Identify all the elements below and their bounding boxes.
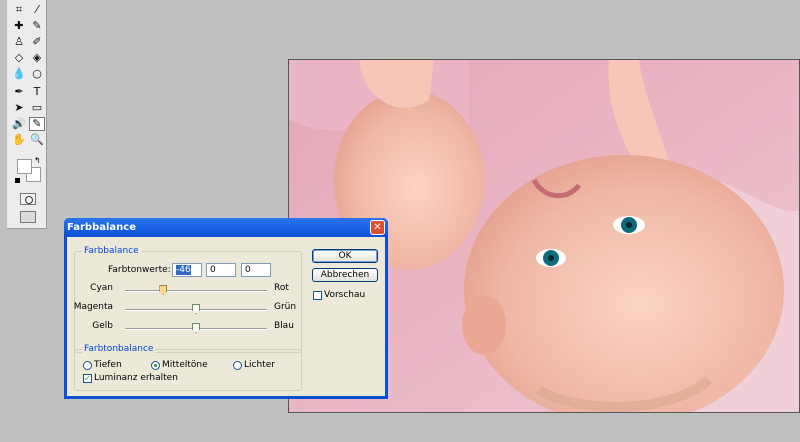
slider-label-red: Rot [274, 283, 289, 293]
paint-bucket-icon[interactable]: ◈ [29, 51, 45, 65]
pen-icon[interactable]: ✒ [11, 85, 27, 99]
slider-thumb-yellow-blue[interactable] [192, 323, 200, 333]
radio-label-shadows[interactable]: Tiefen [94, 360, 122, 371]
eraser-icon[interactable]: ◇ [11, 51, 27, 65]
slider-thumb-cyan-red[interactable] [159, 285, 168, 295]
group-legend-tone-balance: Farbtonbalance [82, 344, 156, 355]
value-field-magenta-green[interactable]: 0 [206, 263, 236, 277]
radio-label-midtones[interactable]: Mitteltöne [162, 360, 208, 371]
color-balance-dialog: Farbbalance ✕ Farbbalance Farbtonwerte: … [64, 218, 388, 399]
hand-icon[interactable]: ✋ [11, 133, 27, 147]
stamp-icon[interactable]: ♙ [11, 35, 27, 49]
radio-highlights[interactable] [233, 361, 242, 370]
slice-icon[interactable]: ⁄ [29, 3, 45, 17]
value-field-yellow-blue[interactable]: 0 [241, 263, 271, 277]
preserve-luminosity-checkbox[interactable]: ✓ [83, 374, 92, 383]
tone-balance-group: Farbtonbalance Tiefen Mitteltöne Lichter… [74, 344, 302, 391]
notes-icon[interactable]: 🔊 [11, 117, 27, 131]
history-brush-icon[interactable]: ✐ [29, 35, 45, 49]
crop-icon[interactable]: ⌗ [11, 3, 27, 17]
slider-label-magenta: Magenta [73, 302, 113, 312]
tonal-values-label: Farbtonwerte: [108, 265, 171, 275]
preview-checkbox[interactable] [313, 291, 322, 300]
eyedropper-icon[interactable]: ✎ [29, 117, 45, 131]
preserve-luminosity-label[interactable]: Luminanz erhalten [94, 373, 178, 384]
zoom-icon[interactable]: 🔍 [29, 133, 45, 147]
slider-label-blue: Blau [274, 321, 294, 331]
foreground-color-swatch[interactable] [17, 159, 32, 174]
dodge-icon[interactable]: ○ [29, 67, 45, 81]
dialog-client: Farbbalance Farbtonwerte: -46 0 0 Cyan Ro… [67, 237, 385, 396]
slider-label-cyan: Cyan [90, 283, 113, 293]
path-select-icon[interactable]: ➤ [11, 101, 27, 115]
dialog-title: Farbbalance [67, 222, 136, 233]
brush-icon[interactable]: ✎ [29, 19, 45, 33]
color-balance-group: Farbbalance Farbtonwerte: -46 0 0 Cyan Ro… [73, 246, 302, 353]
ok-button[interactable]: OK [312, 249, 378, 263]
blur-icon[interactable]: 💧 [11, 67, 27, 81]
toolbox-panel: ⌗ ⁄ ✚ ✎ ♙ ✐ ◇ ◈ 💧 ○ ✒ T ➤ ▭ 🔊 ✎ ✋ 🔍 ↰ [7, 0, 47, 229]
shape-icon[interactable]: ▭ [29, 101, 45, 115]
cancel-button[interactable]: Abbrechen [312, 268, 378, 282]
screen-mode-icon[interactable] [20, 211, 36, 223]
type-icon[interactable]: T [29, 85, 45, 99]
swap-colors-icon[interactable]: ↰ [34, 157, 42, 165]
radio-midtones[interactable] [151, 361, 160, 370]
close-icon[interactable]: ✕ [370, 220, 385, 235]
slider-label-green: Grün [274, 302, 297, 312]
default-colors-icon[interactable] [15, 178, 20, 183]
slider-label-yellow: Gelb [92, 321, 113, 331]
group-legend-color-balance: Farbbalance [82, 246, 141, 257]
value-field-cyan-red[interactable]: -46 [172, 263, 202, 277]
radio-label-highlights[interactable]: Lichter [244, 360, 275, 371]
slider-track-cyan-red[interactable] [125, 290, 267, 292]
preview-label[interactable]: Vorschau [324, 290, 365, 301]
healing-brush-icon[interactable]: ✚ [11, 19, 27, 33]
radio-shadows[interactable] [83, 361, 92, 370]
slider-thumb-magenta-green[interactable] [192, 304, 200, 314]
dialog-titlebar[interactable]: Farbbalance ✕ [64, 218, 388, 237]
quick-mask-icon[interactable] [20, 193, 36, 205]
